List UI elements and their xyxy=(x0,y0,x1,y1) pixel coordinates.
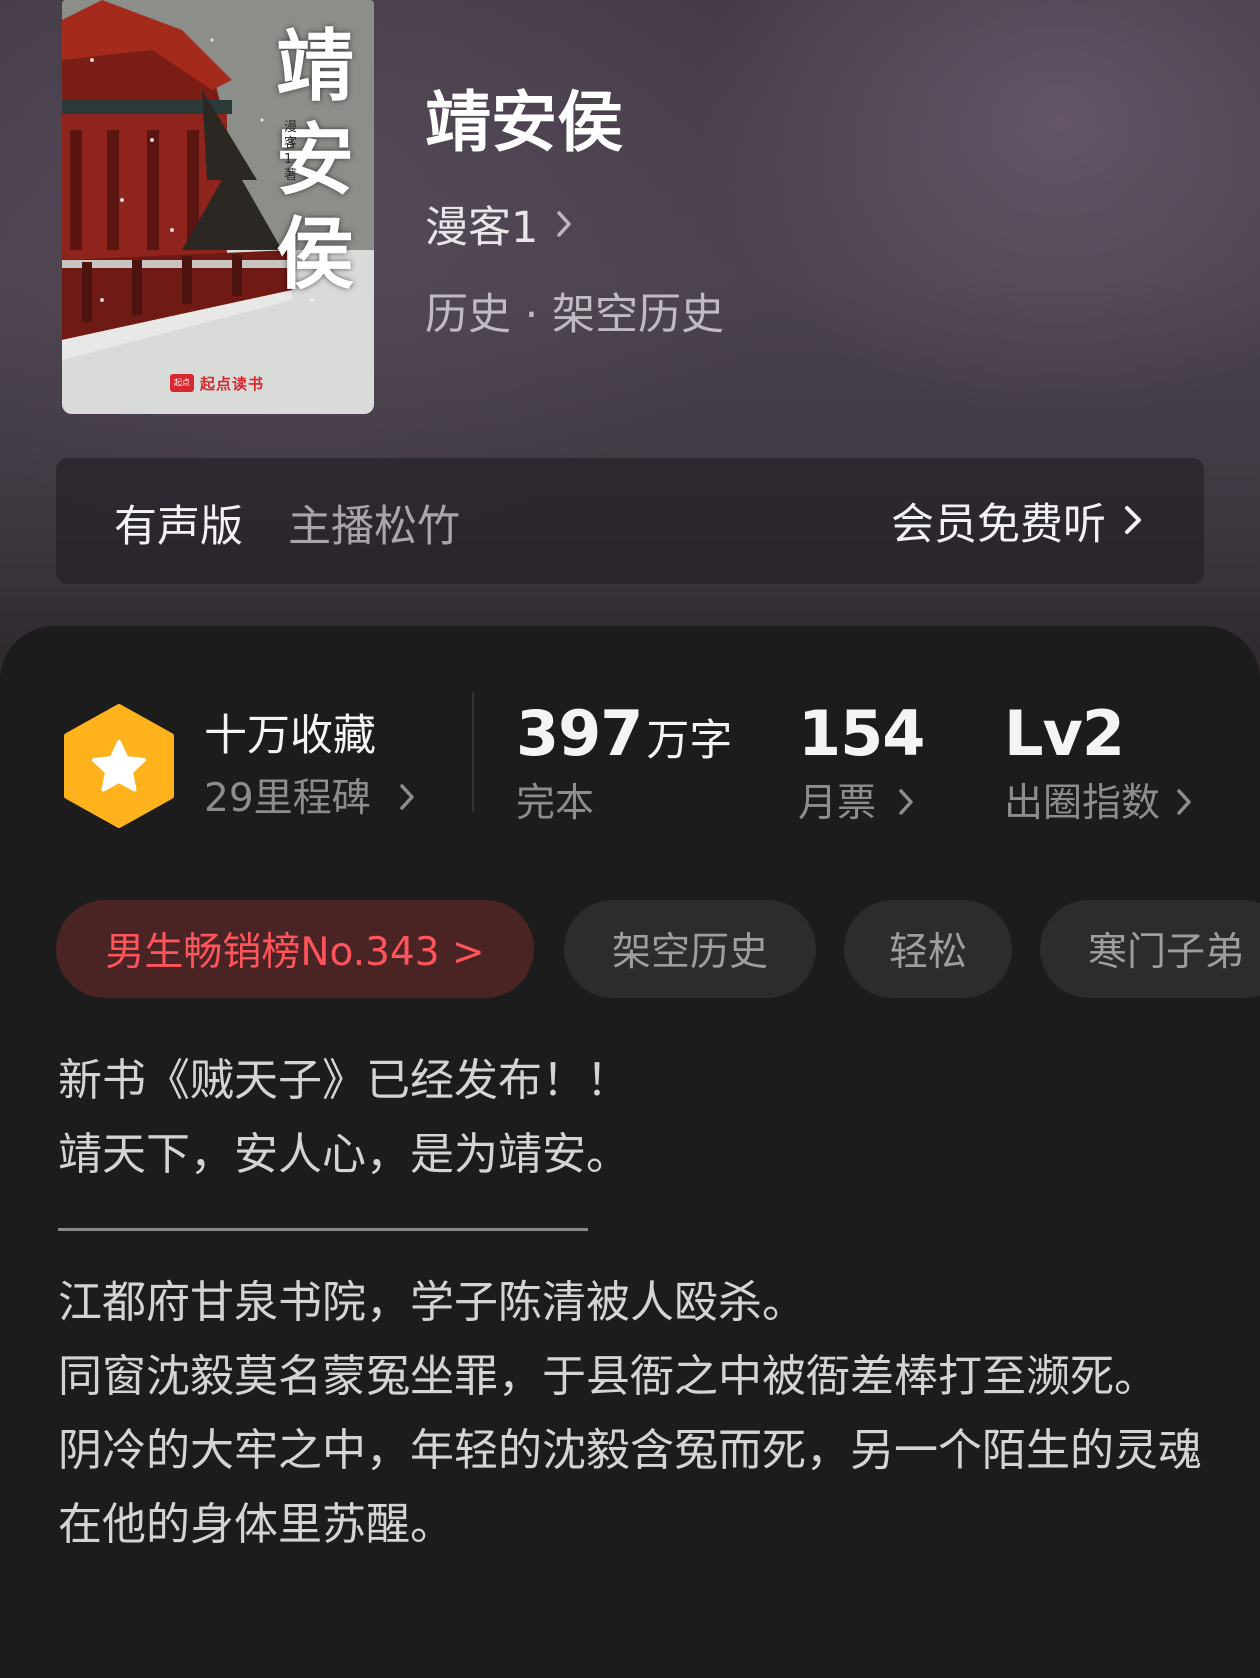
cover-publisher: 起点 起点读书 xyxy=(170,372,264,394)
description-line: 靖天下，安人心，是为靖安。 xyxy=(58,1129,630,1180)
chevron-right-icon xyxy=(1124,496,1142,546)
tag-list: 男生畅销榜No.343 > 架空历史 轻松 寒门子弟 xyxy=(56,900,1260,1000)
book-header: 靖安侯 漫客1 著 起点 起点读书 靖安侯 漫客1 历史 · 架空历史 有声版 … xyxy=(0,0,1260,700)
word-count-value: 397 xyxy=(516,697,643,770)
stats-divider xyxy=(472,692,474,812)
word-count-stat: 397 万字 完本 xyxy=(516,696,732,830)
description-line: 阴冷的大牢之中，年轻的沈毅含冤而死，另一个陌生的灵魂在他的身体里苏醒。 xyxy=(58,1425,1202,1550)
audio-host: 主播松竹 xyxy=(288,502,460,552)
influence-label: 出圈指数 xyxy=(1004,781,1161,826)
monthly-votes-value: 154 xyxy=(798,697,925,770)
member-free-listen-button[interactable]: 会员免费听 xyxy=(891,492,1142,550)
chevron-right-icon xyxy=(1176,778,1192,830)
cover-author: 漫客1 著 xyxy=(284,120,298,183)
tag-chip[interactable]: 寒门子弟 xyxy=(1040,900,1260,998)
chevron-right-icon xyxy=(898,778,914,830)
author-name: 漫客1 xyxy=(425,203,539,253)
word-count-unit: 万字 xyxy=(646,716,733,766)
star-hexagon-icon[interactable] xyxy=(62,704,176,828)
publisher-name: 起点读书 xyxy=(200,374,265,393)
book-description[interactable]: 新书《贼天子》已经发布！！ 靖天下，安人心，是为靖安。 江都府甘泉书院，学子陈清… xyxy=(58,1044,1208,1562)
description-line: 同窗沈毅莫名蒙冤坐罪，于县衙之中被衙差棒打至濒死。 xyxy=(58,1351,1158,1402)
book-info-panel: 十万收藏 29里程碑 397 万字 完本 154 月票 Lv2 出圈指数 男生畅… xyxy=(0,626,1260,1678)
book-title: 靖安侯 xyxy=(425,83,623,161)
tag-chip[interactable]: 轻松 xyxy=(844,900,1012,998)
bestseller-rank-tag[interactable]: 男生畅销榜No.343 > xyxy=(56,900,534,998)
cover-title: 靖安侯 xyxy=(275,21,354,300)
monthly-votes-label: 月票 xyxy=(798,781,877,826)
favorites-title: 十万收藏 xyxy=(204,711,376,761)
favorites-stat[interactable]: 十万收藏 29里程碑 xyxy=(204,708,415,824)
monthly-votes-stat[interactable]: 154 月票 xyxy=(798,696,925,830)
audio-version-bar[interactable]: 有声版 主播松竹 会员免费听 xyxy=(56,458,1204,584)
book-genre[interactable]: 历史 · 架空历史 xyxy=(425,280,724,342)
book-cover[interactable]: 靖安侯 漫客1 著 起点 起点读书 xyxy=(62,0,374,414)
publisher-logo: 起点 xyxy=(170,374,194,392)
milestone-label: 29里程碑 xyxy=(204,776,371,821)
member-free-listen-label: 会员免费听 xyxy=(891,500,1106,550)
chevron-right-icon xyxy=(556,199,572,249)
audio-version-label: 有声版 xyxy=(114,502,243,552)
completion-status: 完本 xyxy=(516,781,595,826)
chevron-right-icon xyxy=(399,774,415,824)
description-divider xyxy=(58,1228,588,1231)
description-line: 江都府甘泉书院，学子陈清被人殴杀。 xyxy=(58,1277,806,1328)
tag-chip[interactable]: 架空历史 xyxy=(564,900,816,998)
influence-value: Lv2 xyxy=(1004,697,1125,770)
author-link[interactable]: 漫客1 xyxy=(425,196,572,253)
description-line: 新书《贼天子》已经发布！！ xyxy=(58,1055,630,1106)
influence-stat[interactable]: Lv2 出圈指数 xyxy=(1004,696,1192,830)
